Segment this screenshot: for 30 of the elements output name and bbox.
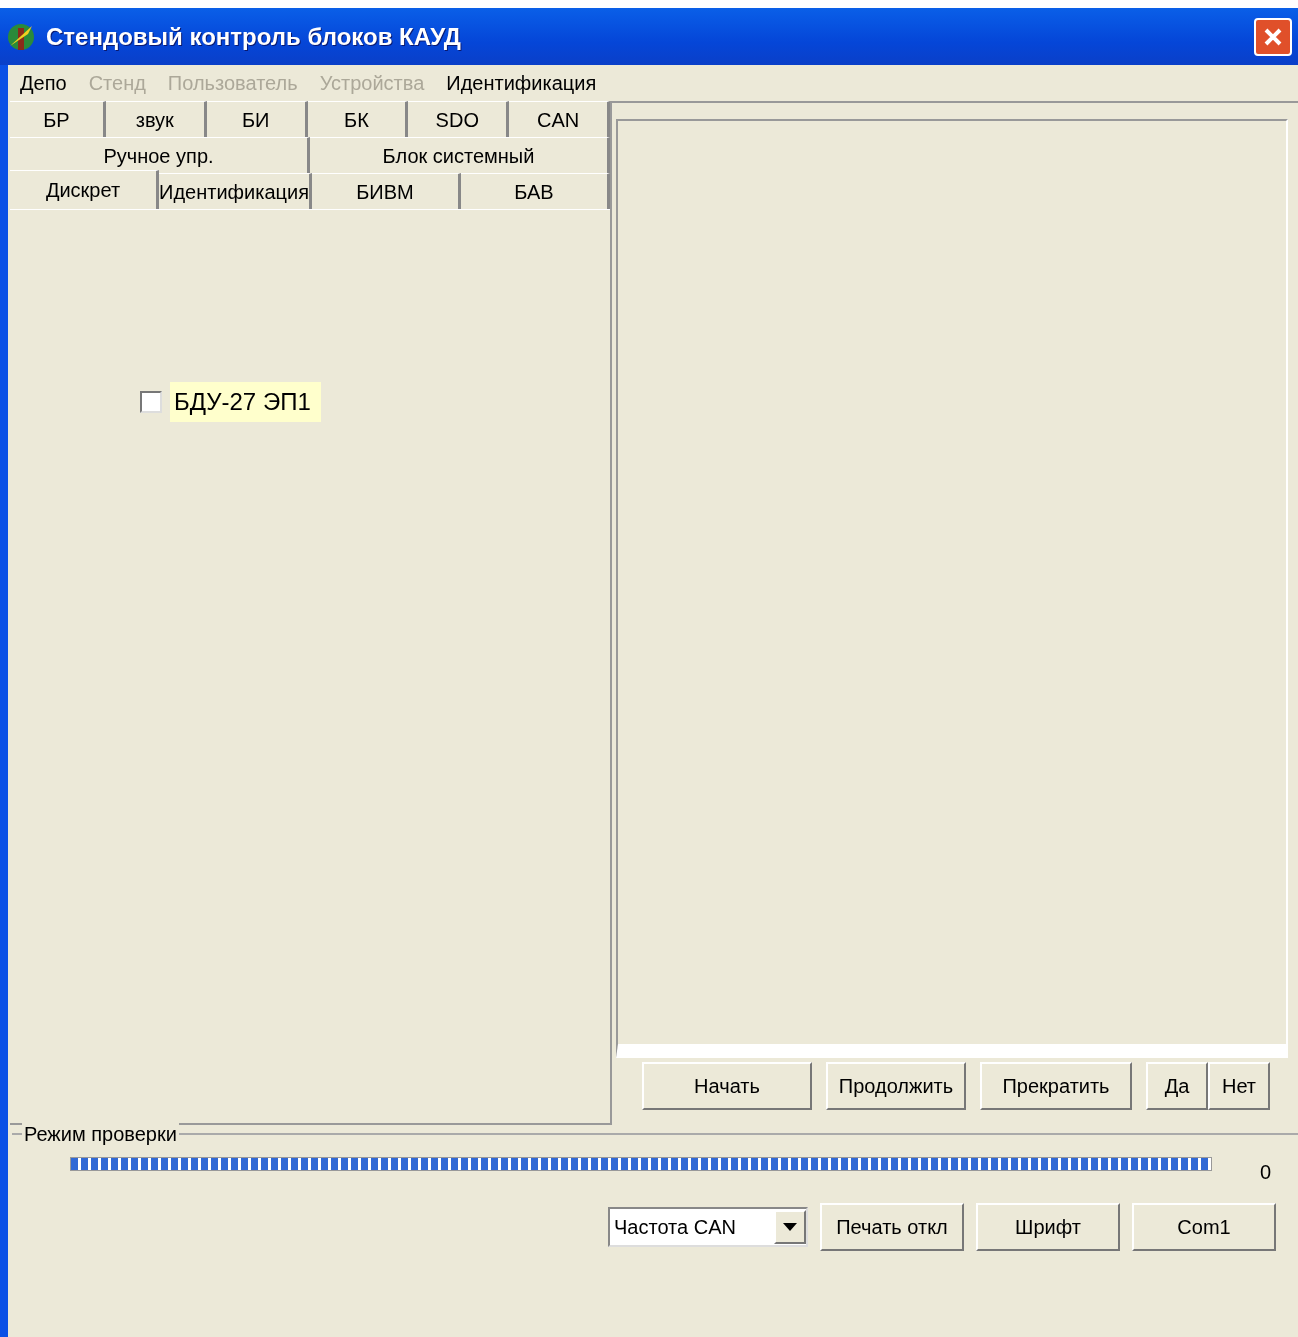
action-button[interactable]: Com1 (1132, 1203, 1276, 1251)
close-button[interactable] (1254, 17, 1292, 56)
checkbox-label: БДУ-27 ЭП1 (170, 382, 321, 422)
dropdown-value: Частота CAN (614, 1215, 736, 1240)
tab[interactable]: Идентификация (159, 173, 312, 209)
tab[interactable]: БАВ (461, 173, 610, 209)
action-button[interactable]: Нет (1208, 1062, 1270, 1110)
tab[interactable]: CAN (509, 101, 610, 137)
menu-item[interactable]: Идентификация (446, 68, 597, 98)
menu-item[interactable]: Депо (20, 68, 67, 98)
tab[interactable]: звук (105, 101, 207, 137)
window-title: Стендовый контроль блоков КАУД (46, 21, 461, 52)
tab[interactable]: БИ (206, 101, 308, 137)
action-button[interactable]: Прекратить (980, 1062, 1132, 1110)
checkbox[interactable] (140, 391, 162, 413)
dropdown[interactable]: Частота CAN (608, 1207, 808, 1247)
tab[interactable]: БК (307, 101, 409, 137)
action-button[interactable]: Да (1146, 1062, 1208, 1110)
tab[interactable]: БИВМ (311, 173, 461, 209)
progress-count: 0 (1260, 1160, 1272, 1185)
tab[interactable]: Блок системный (310, 137, 610, 173)
action-button[interactable]: Печать откл (820, 1203, 964, 1251)
action-button[interactable]: Шрифт (976, 1203, 1120, 1251)
tab[interactable]: SDO (408, 101, 510, 137)
action-button[interactable]: Начать (642, 1062, 812, 1110)
action-button[interactable]: Продолжить (826, 1062, 966, 1110)
tab[interactable]: Ручное упр. (10, 137, 310, 173)
tab[interactable]: БР (10, 101, 106, 137)
tab[interactable]: Дискрет (10, 170, 159, 209)
dropdown-caret-icon[interactable] (774, 1210, 806, 1244)
